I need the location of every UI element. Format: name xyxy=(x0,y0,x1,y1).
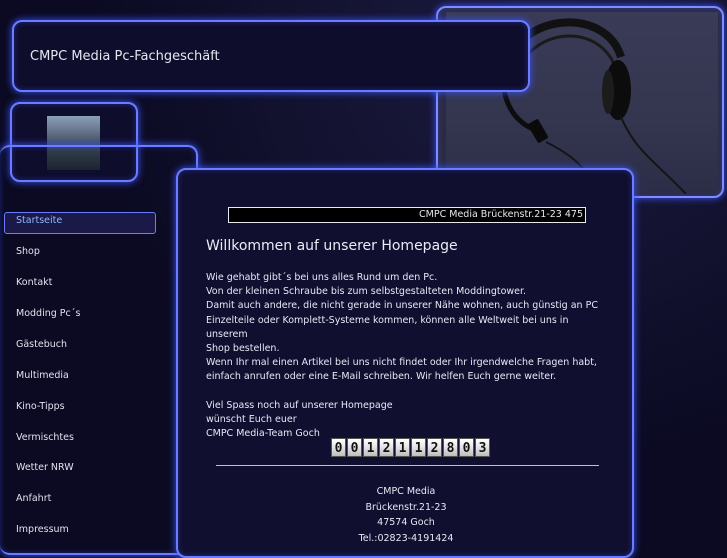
nav-item-modding-pcs[interactable]: Modding Pc´s xyxy=(16,308,80,319)
counter-digit: 1 xyxy=(363,438,378,457)
nav-item-gaestebuch[interactable]: Gästebuch xyxy=(16,339,67,350)
footer-city: 47574 Goch xyxy=(377,517,435,528)
text-line: Wenn Ihr mal einen Artikel bei uns nicht… xyxy=(206,357,597,369)
closing-line: Viel Spass noch auf unserer Homepage xyxy=(206,399,393,411)
nav-item-startseite[interactable]: Startseite xyxy=(16,215,62,226)
text-line: Wie gehabt gibt´s bei uns alles Rund um … xyxy=(206,272,438,283)
nav-item-wetter-nrw[interactable]: Wetter NRW xyxy=(16,462,74,473)
nav-item-kontakt[interactable]: Kontakt xyxy=(16,277,52,288)
nav-item-multimedia[interactable]: Multimedia xyxy=(16,370,69,381)
site-title: CMPC Media Pc-Fachgeschäft xyxy=(30,49,220,64)
footer-street: Brückenstr.21-23 xyxy=(365,501,447,513)
text-line: einfach anrufen oder eine E-Mail schreib… xyxy=(206,371,557,383)
nav-item-kino-tipps[interactable]: Kino-Tipps xyxy=(16,401,65,412)
text-line: Damit auch andere, die nicht gerade in u… xyxy=(206,300,598,312)
closing-line: wünscht Euch euer xyxy=(206,414,297,426)
footer-address: CMPC Media Brückenstr.21-23 47574 Goch T… xyxy=(306,484,506,546)
text-line: Einzelteile oder Komplett-Systeme kommen… xyxy=(206,314,569,340)
nav-item-shop[interactable]: Shop xyxy=(16,246,40,257)
counter-digit: 2 xyxy=(379,438,394,457)
counter-digit: 2 xyxy=(427,438,442,457)
counter-digit: 0 xyxy=(331,438,346,457)
text-line: Shop bestellen. xyxy=(206,343,280,355)
counter-digit: 1 xyxy=(395,438,410,457)
content-divider xyxy=(216,465,599,466)
nav-item-impressum[interactable]: Impressum xyxy=(16,524,69,535)
counter-digit: 3 xyxy=(475,438,490,457)
nav-item-vermischtes[interactable]: Vermischtes xyxy=(16,432,74,443)
page-heading: Willkommen auf unserer Homepage xyxy=(206,238,458,254)
text-line: Von der kleinen Schraube bis zum selbstg… xyxy=(206,286,527,298)
footer-phone: Tel.:02823-4191424 xyxy=(358,532,454,544)
footer-company: CMPC Media xyxy=(376,486,436,497)
counter-digit: 1 xyxy=(411,438,426,457)
nav-item-anfahrt[interactable]: Anfahrt xyxy=(16,493,51,504)
counter-digit: 8 xyxy=(443,438,458,457)
visitor-counter: 0 0 1 2 1 1 2 8 0 3 xyxy=(331,438,491,457)
counter-digit: 0 xyxy=(459,438,474,457)
intro-text: Wie gehabt gibt´s bei uns alles Rund um … xyxy=(206,271,606,441)
scrolling-address-marquee: CMPC Media Brückenstr.21-23 475 xyxy=(228,207,586,223)
counter-digit: 0 xyxy=(347,438,362,457)
